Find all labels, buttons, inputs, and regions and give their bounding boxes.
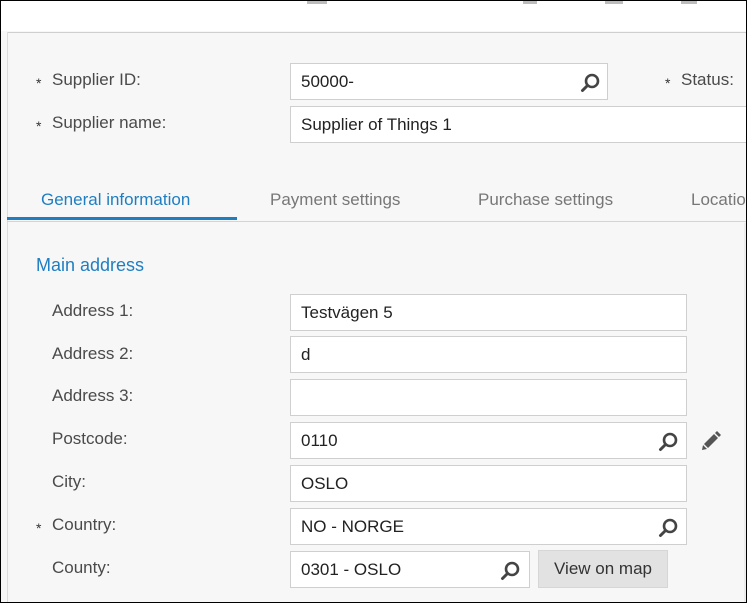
search-icon[interactable] bbox=[580, 71, 602, 93]
status-label: Status: bbox=[681, 70, 734, 89]
address2-label: Address 2: bbox=[52, 344, 134, 363]
postcode-field[interactable]: 0110 bbox=[290, 422, 687, 459]
postcode-label: Postcode: bbox=[52, 429, 128, 448]
address3-label: Address 3: bbox=[52, 386, 134, 405]
city-label: City: bbox=[52, 472, 86, 491]
address2-value: d bbox=[301, 345, 311, 364]
county-field[interactable]: 0301 - OSLO bbox=[290, 551, 530, 588]
tab-payment-settings[interactable]: Payment settings bbox=[270, 181, 400, 219]
county-value: 0301 - OSLO bbox=[301, 560, 402, 579]
tab-bar: General information Payment settings Pur… bbox=[7, 181, 746, 222]
address1-label: Address 1: bbox=[52, 301, 134, 320]
toolbar-ghost-2 bbox=[523, 1, 537, 4]
active-tab-indicator bbox=[7, 217, 237, 220]
country-value: NO - NORGE bbox=[301, 517, 404, 536]
next-section-title-cut bbox=[36, 597, 72, 602]
country-field[interactable]: NO - NORGE bbox=[290, 508, 687, 545]
supplier-id-value: 50000- bbox=[301, 72, 354, 91]
required-marker: * bbox=[36, 75, 42, 91]
view-on-map-button[interactable]: View on map bbox=[538, 550, 668, 588]
pencil-icon[interactable] bbox=[700, 429, 722, 451]
address1-value: Testvägen 5 bbox=[301, 303, 393, 322]
search-icon[interactable] bbox=[658, 516, 680, 538]
tab-purchase-settings[interactable]: Purchase settings bbox=[478, 181, 613, 219]
address2-field[interactable]: d bbox=[290, 336, 687, 373]
required-marker: * bbox=[36, 520, 42, 536]
search-icon[interactable] bbox=[500, 559, 522, 581]
toolbar-ghost-1 bbox=[307, 1, 327, 4]
main-address-title: Main address bbox=[36, 255, 145, 275]
address3-field[interactable] bbox=[290, 379, 687, 416]
supplier-name-field[interactable]: Supplier of Things 1 bbox=[290, 106, 746, 143]
city-field[interactable]: OSLO bbox=[290, 465, 687, 502]
tab-locations[interactable]: Locatio bbox=[691, 181, 746, 219]
divider bbox=[744, 223, 746, 602]
window-frame: * Supplier ID: 50000- * Status: * Suppli… bbox=[0, 0, 747, 603]
city-value: OSLO bbox=[301, 474, 349, 493]
supplier-name-label: Supplier name: bbox=[52, 113, 167, 132]
county-label: County: bbox=[52, 558, 111, 577]
supplier-name-value: Supplier of Things 1 bbox=[301, 115, 452, 134]
supplier-id-label: Supplier ID: bbox=[52, 70, 141, 89]
search-icon[interactable] bbox=[658, 430, 680, 452]
divider bbox=[7, 32, 746, 33]
required-marker: * bbox=[665, 75, 671, 91]
tab-general-information[interactable]: General information bbox=[41, 181, 190, 219]
toolbar-ghost-3 bbox=[605, 1, 623, 4]
supplier-id-field[interactable]: 50000- bbox=[290, 63, 608, 100]
required-marker: * bbox=[36, 118, 42, 134]
top-toolbar-strip bbox=[1, 1, 746, 31]
address1-field[interactable]: Testvägen 5 bbox=[290, 294, 687, 331]
toolbar-ghost-4 bbox=[681, 1, 697, 4]
country-label: Country: bbox=[52, 515, 117, 534]
postcode-value: 0110 bbox=[301, 431, 338, 450]
divider bbox=[7, 32, 8, 602]
